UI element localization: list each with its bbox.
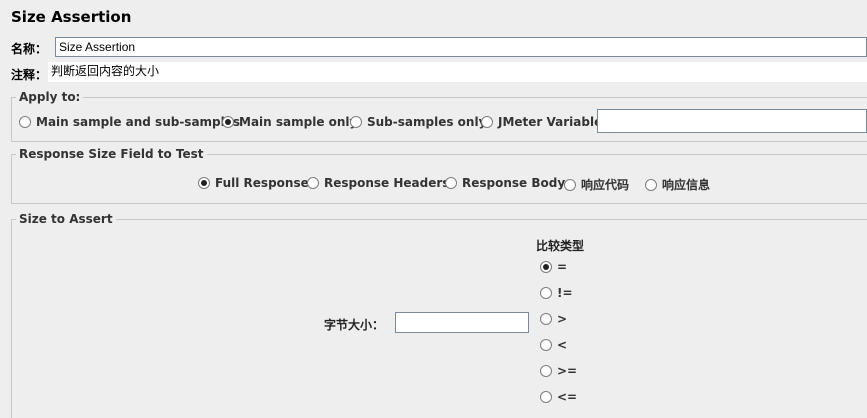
radio-label: Main sample only — [239, 115, 358, 129]
apply-to-title: Apply to: — [16, 89, 84, 105]
size-input[interactable] — [395, 312, 529, 333]
radio-label: <= — [557, 390, 578, 404]
radio-response-code[interactable]: 响应代码 — [564, 176, 629, 193]
name-input[interactable]: Size Assertion — [55, 37, 867, 57]
radio-response-message[interactable]: 响应信息 — [645, 176, 710, 193]
radio-operator-lte[interactable]: <= — [540, 390, 577, 404]
name-label: 名称： — [11, 42, 48, 56]
radio-label: = — [557, 260, 568, 274]
radio-operator-gt[interactable]: > — [540, 312, 567, 326]
response-field-title: Response Size Field to Test — [16, 146, 207, 162]
comment-label: 注释： — [11, 68, 48, 82]
radio-icon — [350, 116, 362, 128]
comment-input[interactable]: 判断返回内容的大小 — [48, 62, 867, 82]
radio-icon — [445, 177, 457, 189]
radio-icon — [645, 178, 657, 191]
radio-label: 响应信息 — [662, 178, 711, 192]
radio-icon — [540, 391, 552, 403]
radio-full-response[interactable]: Full Response — [198, 176, 309, 190]
radio-label: Full Response — [215, 176, 309, 190]
radio-label: Main sample and sub-samples — [36, 115, 241, 129]
compare-type-label: 比较类型 — [536, 239, 585, 253]
radio-operator-gte[interactable]: >= — [540, 364, 577, 378]
radio-response-body[interactable]: Response Body — [445, 176, 565, 190]
radio-icon — [307, 177, 319, 189]
radio-operator-neq[interactable]: != — [540, 286, 573, 300]
radio-operator-eq[interactable]: = — [540, 260, 567, 274]
radio-icon — [540, 365, 552, 377]
radio-label: JMeter Variable — [498, 115, 603, 129]
radio-icon — [19, 116, 31, 128]
radio-main-only[interactable]: Main sample only — [222, 115, 357, 129]
radio-label: > — [557, 312, 568, 326]
jmeter-variable-input[interactable] — [597, 109, 867, 133]
radio-label: != — [557, 286, 573, 300]
radio-label: 响应代码 — [581, 178, 630, 192]
radio-selected-icon — [540, 261, 552, 273]
radio-icon — [481, 116, 493, 128]
radio-label: < — [557, 338, 568, 352]
radio-icon — [540, 313, 552, 325]
radio-label: Sub-samples only — [367, 115, 487, 129]
radio-icon — [564, 178, 576, 191]
radio-icon — [540, 287, 552, 299]
radio-label: Response Body — [462, 176, 566, 190]
radio-icon — [540, 339, 552, 351]
radio-operator-lt[interactable]: < — [540, 338, 567, 352]
radio-main-and-sub[interactable]: Main sample and sub-samples — [19, 115, 240, 129]
radio-selected-icon — [222, 116, 234, 128]
size-to-assert-title: Size to Assert — [16, 211, 116, 227]
radio-sub-only[interactable]: Sub-samples only — [350, 115, 486, 129]
radio-jmeter-variable[interactable]: JMeter Variable — [481, 115, 602, 129]
radio-selected-icon — [198, 177, 210, 189]
radio-label: >= — [557, 364, 578, 378]
page-title: Size Assertion — [11, 8, 132, 26]
radio-response-headers[interactable]: Response Headers — [307, 176, 449, 190]
size-label: 字节大小： — [324, 318, 385, 332]
radio-label: Response Headers — [324, 176, 450, 190]
